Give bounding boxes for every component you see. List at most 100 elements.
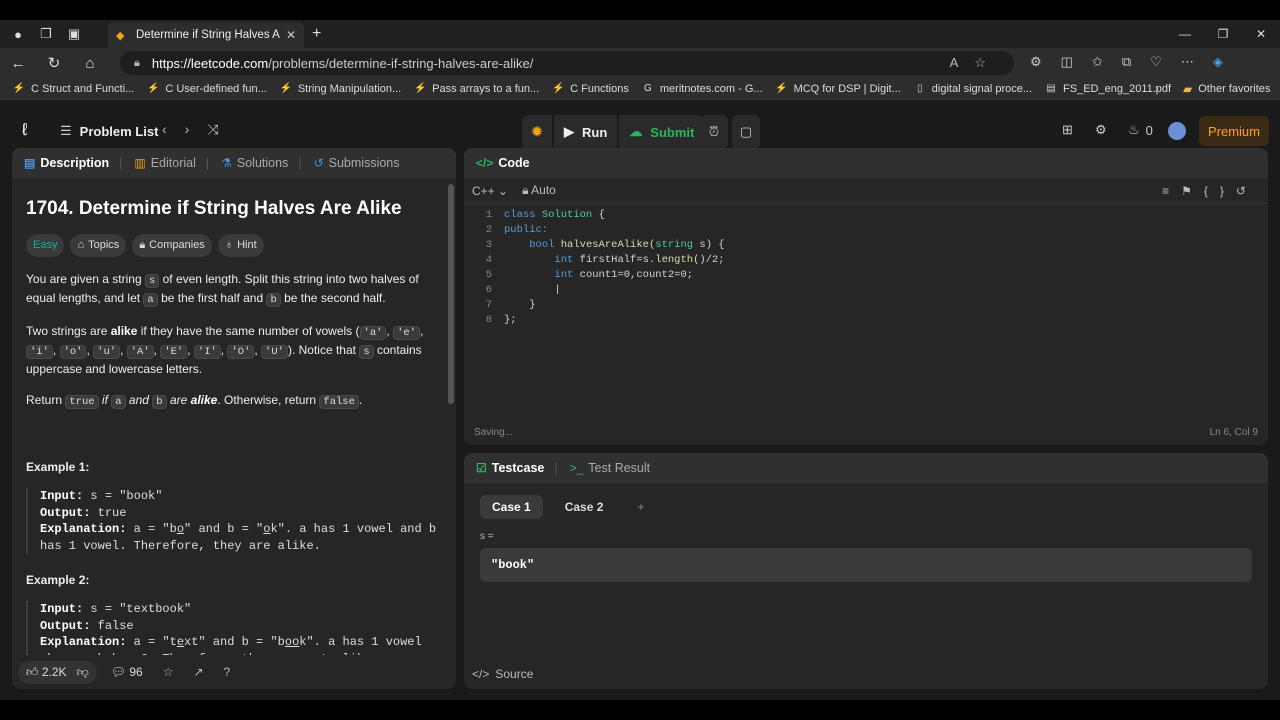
likes-count: 2.2K xyxy=(41,664,67,679)
input-value[interactable]: "book" xyxy=(480,548,1252,582)
coins-count: 0 xyxy=(1145,122,1153,138)
debug-button[interactable]: ✹ xyxy=(522,115,552,149)
bookmark-item[interactable]: ⚡ C User-defined fun... xyxy=(147,83,267,95)
refresh-icon[interactable]: ↻ xyxy=(36,54,72,72)
workspaces-icon[interactable]: ❐ xyxy=(36,24,56,44)
home-icon[interactable]: ⌂ xyxy=(72,55,108,72)
restore-icon[interactable]: ❐ xyxy=(1204,20,1242,48)
bookmark-label: MCQ for DSP | Digit... xyxy=(793,82,901,95)
bookmark-item[interactable]: ▯ digital signal proce... xyxy=(914,83,1032,95)
tab-description[interactable]: ▤ Description xyxy=(24,156,109,170)
mode-label: Auto xyxy=(531,183,556,197)
favorites-icon[interactable]: ✩ xyxy=(1092,54,1103,70)
hint-chip[interactable]: ♁ Hint xyxy=(217,234,264,257)
minimize-icon[interactable]: — xyxy=(1166,20,1204,48)
description-panel: ▤ Description | ▥ Editorial | ⚗ Solutions |… xyxy=(12,148,456,689)
description-footer: 👍︎ 2.2K 👎︎ 💬︎ 96 ☆ ↗ ? xyxy=(12,655,456,689)
url-path: /problems/determine-if-string-halves-are… xyxy=(268,55,534,71)
collections-icon[interactable]: ⧉ xyxy=(1122,54,1131,70)
thumbs-up-icon[interactable]: 👍︎ 2.2K xyxy=(26,665,67,680)
bookmark-item[interactable]: ▤ FS_ED_eng_2011.pdf xyxy=(1045,83,1171,95)
submit-button[interactable]: ☁ Submit xyxy=(619,115,705,149)
cursor-position: Ln 6, Col 9 xyxy=(1209,426,1258,438)
leetcode-logo-icon[interactable]: ℓ xyxy=(22,120,28,140)
bookmark-item[interactable]: ⚡ C Functions xyxy=(552,83,629,95)
fire-icon[interactable]: ♨ xyxy=(1128,122,1140,138)
help-icon[interactable]: ? xyxy=(224,665,231,679)
extensions-icon[interactable]: ⚙ xyxy=(1030,54,1042,70)
tab-label: Editorial xyxy=(150,156,196,170)
tab-test-result[interactable]: >_ Test Result xyxy=(570,461,651,475)
statement-paragraph: You are given a string s of even length.… xyxy=(26,272,419,307)
star-icon[interactable]: ☆ xyxy=(163,665,174,679)
tab-bar: ● ❐ ▣ ◆ Determine if String Halves Are A… xyxy=(0,20,1280,48)
code-editor[interactable]: 1 class Solution { 2 public: 3 bool halves… xyxy=(464,208,1254,328)
close-window-icon[interactable]: ✕ xyxy=(1242,20,1280,48)
layout-icon[interactable]: ⊞ xyxy=(1062,122,1073,138)
tab-solutions[interactable]: ⚗ Solutions xyxy=(221,156,288,170)
thumbs-down-icon[interactable]: 👎︎ xyxy=(77,665,89,680)
case-1-tab[interactable]: Case 1 xyxy=(480,495,543,519)
tab-submissions[interactable]: ↺ Submissions xyxy=(314,156,400,170)
settings-gear-icon[interactable]: ⚙ xyxy=(1095,122,1107,138)
bookmark-item[interactable]: Gmeritnotes.com - G... xyxy=(642,83,763,95)
premium-button[interactable]: Premium xyxy=(1199,116,1269,146)
language-select[interactable]: C++ ⌄ xyxy=(472,184,508,198)
split-screen-icon[interactable]: ◫ xyxy=(1061,54,1073,70)
comments-button[interactable]: 💬︎ 96 xyxy=(111,665,143,679)
browser-tab[interactable]: ◆ Determine if String Halves Are Alike ✕ xyxy=(108,22,304,48)
scrollbar[interactable] xyxy=(448,184,454,404)
add-case-icon[interactable]: + xyxy=(625,495,656,519)
cloud-upload-icon: ☁ xyxy=(629,124,643,139)
other-favorites[interactable]: ▰ Other favorites xyxy=(1183,82,1270,96)
tab-title: Determine if String Halves Are Alike xyxy=(136,29,280,41)
editor-toolbar: C++ ⌄ 🔒︎ Auto ≡⚑{}↺ xyxy=(464,178,1268,204)
run-button[interactable]: ▶ Run xyxy=(554,115,618,149)
code-panel: </> Code C++ ⌄ 🔒︎ Auto ≡⚑{}↺ 1 class Solut… xyxy=(464,148,1268,445)
like-dislike-group[interactable]: 👍︎ 2.2K 👎︎ xyxy=(18,660,97,684)
tab-testcase[interactable]: ☑ Testcase xyxy=(476,461,544,475)
input-label: s = xyxy=(480,531,494,542)
language-label: C++ xyxy=(472,183,495,198)
problem-list-button[interactable]: ☰ Problem List xyxy=(60,123,158,139)
editor-actions[interactable]: ≡⚑{}↺ xyxy=(1162,184,1258,198)
close-tab-icon[interactable]: ✕ xyxy=(286,28,296,42)
leetcode-favicon-icon: ◆ xyxy=(116,30,125,42)
bookmark-label: String Manipulation... xyxy=(297,82,402,95)
tag-icon: ⌂ xyxy=(77,239,85,251)
avatar[interactable] xyxy=(1168,122,1186,140)
folder-icon: ▰ xyxy=(1183,81,1193,96)
bookmark-item[interactable]: ⚡ MCQ for DSP | Digit... xyxy=(775,82,901,95)
profile-icon[interactable]: ● xyxy=(8,24,28,44)
vertical-tabs-icon[interactable]: ▣ xyxy=(64,24,84,44)
new-tab-icon[interactable]: + xyxy=(312,25,321,43)
url-bar[interactable]: 🔒︎ https://leetcode.com/problems/determi… xyxy=(120,51,1014,75)
timer-icon[interactable]: ⏰︎ xyxy=(700,115,728,149)
performance-icon[interactable]: ♡ xyxy=(1150,54,1162,70)
next-problem-icon[interactable]: › xyxy=(185,121,190,138)
chevron-right-icon[interactable]: › xyxy=(1155,83,1159,95)
auto-mode[interactable]: 🔒︎ Auto xyxy=(522,183,556,198)
bookmark-item[interactable]: ⚡ String Manipulation... xyxy=(280,82,402,95)
shuffle-icon[interactable]: ⤨ xyxy=(207,121,218,138)
notes-icon[interactable]: ▢ xyxy=(732,115,760,149)
tab-label: Test Result xyxy=(588,461,651,475)
read-aloud-favorite-icons[interactable]: A☆ xyxy=(950,55,1002,71)
source-button[interactable]: </> Source xyxy=(472,667,533,681)
bookmark-label: C User-defined fun... xyxy=(165,82,267,95)
share-icon[interactable]: ↗ xyxy=(193,665,203,679)
chip-label: Hint xyxy=(237,239,257,251)
case-2-tab[interactable]: Case 2 xyxy=(553,495,616,519)
topics-chip[interactable]: ⌂ Topics xyxy=(70,234,127,257)
back-icon[interactable]: ← xyxy=(0,55,36,72)
bookmark-label: digital signal proce... xyxy=(931,82,1033,95)
tab-code[interactable]: </> Code xyxy=(476,156,530,170)
companies-chip[interactable]: 🔒︎ Companies xyxy=(132,234,212,257)
more-icon[interactable]: ⋯ xyxy=(1181,54,1194,70)
tab-editorial[interactable]: ▥ Editorial xyxy=(134,156,196,170)
bookmark-item[interactable]: ⚡ Pass arrays to a fun... xyxy=(414,83,539,95)
copilot-icon[interactable]: ◈ xyxy=(1213,54,1223,70)
bookmark-item[interactable]: ⚡ C Struct and Functi... xyxy=(13,83,135,95)
prev-problem-icon[interactable]: ‹ xyxy=(162,121,167,138)
lock-icon[interactable]: 🔒︎ xyxy=(134,57,140,70)
